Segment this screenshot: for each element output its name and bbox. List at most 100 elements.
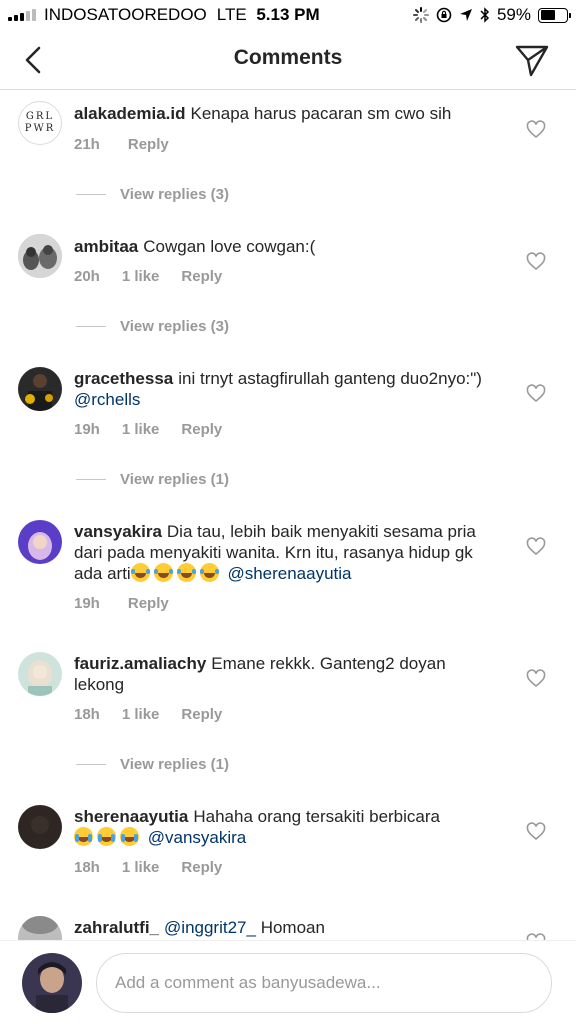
comment-meta: 18h 1 like Reply xyxy=(74,859,222,876)
avatar[interactable] xyxy=(18,916,62,940)
heart-icon[interactable] xyxy=(526,669,546,689)
mention-link[interactable]: @inggrit27_ xyxy=(164,918,256,937)
reply-button[interactable]: Reply xyxy=(128,595,169,612)
comment-meta: 18h 1 like Reply xyxy=(74,706,222,723)
comment-text: fauriz.amaliachy Emane rekkk. Ganteng2 do… xyxy=(74,653,494,695)
laughing-emoji-icon xyxy=(199,563,219,582)
laughing-emoji-icon xyxy=(130,563,150,582)
avatar[interactable] xyxy=(18,652,62,696)
crying-emoji-icon xyxy=(74,827,93,846)
comment-username[interactable]: sherenaayutia xyxy=(74,807,188,826)
mention-link[interactable]: @rchells xyxy=(74,390,140,409)
crying-emoji-icon xyxy=(120,827,139,846)
laughing-emoji-icon xyxy=(153,563,173,582)
comment-text: vansyakira Dia tau, lebih baik menyakiti … xyxy=(74,521,494,584)
header: Comments xyxy=(0,30,576,90)
avatar-photo xyxy=(18,916,62,940)
heart-icon[interactable] xyxy=(526,933,546,940)
crying-emoji-icon xyxy=(97,827,116,846)
comment-text: alakademia.id Kenapa harus pacaran sm cwo… xyxy=(74,103,494,124)
heart-icon[interactable] xyxy=(526,252,546,272)
avatar-photo xyxy=(18,234,62,278)
like-count[interactable]: 1 like xyxy=(122,421,160,438)
comment-meta: 19h Reply xyxy=(74,595,169,612)
laughing-emoji-icon xyxy=(176,563,196,582)
rotation-lock-icon xyxy=(436,7,452,23)
status-right: 59% xyxy=(412,5,571,25)
loading-icon xyxy=(412,7,429,23)
comment-time: 21h xyxy=(74,136,100,153)
comment-text: zahralutfi_ @inggrit27_ Homoan xyxy=(74,917,494,938)
view-replies-label: View replies (1) xyxy=(120,756,229,773)
avatar-photo xyxy=(18,367,62,411)
current-user-avatar xyxy=(22,953,82,1013)
view-replies-button[interactable]: View replies (1) xyxy=(76,756,229,773)
divider-line xyxy=(76,326,106,327)
page-title: Comments xyxy=(233,46,343,69)
avatar[interactable] xyxy=(18,234,62,278)
comment-body: Cowgan love cowgan:( xyxy=(143,237,316,256)
heart-icon[interactable] xyxy=(526,537,546,557)
comment-time: 18h xyxy=(74,706,100,723)
bluetooth-icon xyxy=(480,7,490,23)
avatar-photo xyxy=(18,520,62,564)
avatar[interactable] xyxy=(18,520,62,564)
reply-button[interactable]: Reply xyxy=(128,136,169,153)
view-replies-button[interactable]: View replies (3) xyxy=(76,318,229,335)
reply-button[interactable]: Reply xyxy=(181,421,222,438)
status-bar: INDOSATOOREDOO LTE 5.13 PM 59% xyxy=(0,0,576,30)
divider-line xyxy=(76,479,106,480)
comments-list[interactable]: GRL PWR alakademia.id Kenapa harus pacara… xyxy=(0,91,576,940)
view-replies-button[interactable]: View replies (1) xyxy=(76,471,229,488)
mention-link[interactable]: @sherenaayutia xyxy=(227,564,351,583)
avatar-logo-text: GRL PWR xyxy=(24,111,56,134)
avatar[interactable] xyxy=(18,367,62,411)
comment-time: 20h xyxy=(74,268,100,285)
comment-meta: 19h 1 like Reply xyxy=(74,421,222,438)
reply-button[interactable]: Reply xyxy=(181,268,222,285)
comment-time: 19h xyxy=(74,421,100,438)
comment-time: 18h xyxy=(74,859,100,876)
divider-line xyxy=(76,194,106,195)
current-user-avatar-photo xyxy=(22,953,82,1013)
comment-body: ini trnyt astagfirullah ganteng duo2nyo:… xyxy=(178,369,482,388)
divider-line xyxy=(76,764,106,765)
battery-percent: 59% xyxy=(496,5,531,24)
comment-time: 19h xyxy=(74,595,100,612)
battery-fill xyxy=(540,10,556,20)
view-replies-button[interactable]: View replies (3) xyxy=(76,186,229,203)
comment-composer xyxy=(0,940,576,1024)
avatar[interactable]: GRL PWR xyxy=(18,101,62,145)
avatar-photo xyxy=(18,805,62,849)
battery-icon xyxy=(538,7,571,23)
comment-input[interactable] xyxy=(96,953,552,1013)
reply-button[interactable]: Reply xyxy=(181,859,222,876)
heart-icon[interactable] xyxy=(526,120,546,140)
comment-meta: 21h Reply xyxy=(74,136,169,153)
avatar[interactable] xyxy=(18,805,62,849)
comment-username[interactable]: zahralutfi_ xyxy=(74,918,159,937)
comment-username[interactable]: alakademia.id xyxy=(74,104,186,123)
heart-icon[interactable] xyxy=(526,384,546,404)
view-replies-label: View replies (3) xyxy=(120,318,229,335)
comment-text: ambitaa Cowgan love cowgan:( xyxy=(74,236,494,257)
like-count[interactable]: 1 like xyxy=(122,268,160,285)
location-icon xyxy=(459,9,472,21)
comment-body: Kenapa harus pacaran sm cwo sih xyxy=(190,104,452,123)
like-count[interactable]: 1 like xyxy=(122,859,160,876)
comment-username[interactable]: fauriz.amaliachy xyxy=(74,654,206,673)
comment-username[interactable]: ambitaa xyxy=(74,237,138,256)
comment-text: gracethessa ini trnyt astagfirullah gante… xyxy=(74,368,494,410)
comment-username[interactable]: gracethessa xyxy=(74,369,173,388)
direct-send-icon[interactable] xyxy=(514,42,550,78)
comment-body: Hahaha orang tersakiti berbicara xyxy=(193,807,440,826)
comment-meta: 20h 1 like Reply xyxy=(74,268,222,285)
heart-icon[interactable] xyxy=(526,822,546,842)
reply-button[interactable]: Reply xyxy=(181,706,222,723)
view-replies-label: View replies (1) xyxy=(120,471,229,488)
comment-username[interactable]: vansyakira xyxy=(74,522,162,541)
mention-link[interactable]: @vansyakira xyxy=(148,828,247,847)
comment-text: sherenaayutia Hahaha orang tersakiti berb… xyxy=(74,806,494,848)
like-count[interactable]: 1 like xyxy=(122,706,160,723)
comment-body: Homoan xyxy=(260,918,325,937)
